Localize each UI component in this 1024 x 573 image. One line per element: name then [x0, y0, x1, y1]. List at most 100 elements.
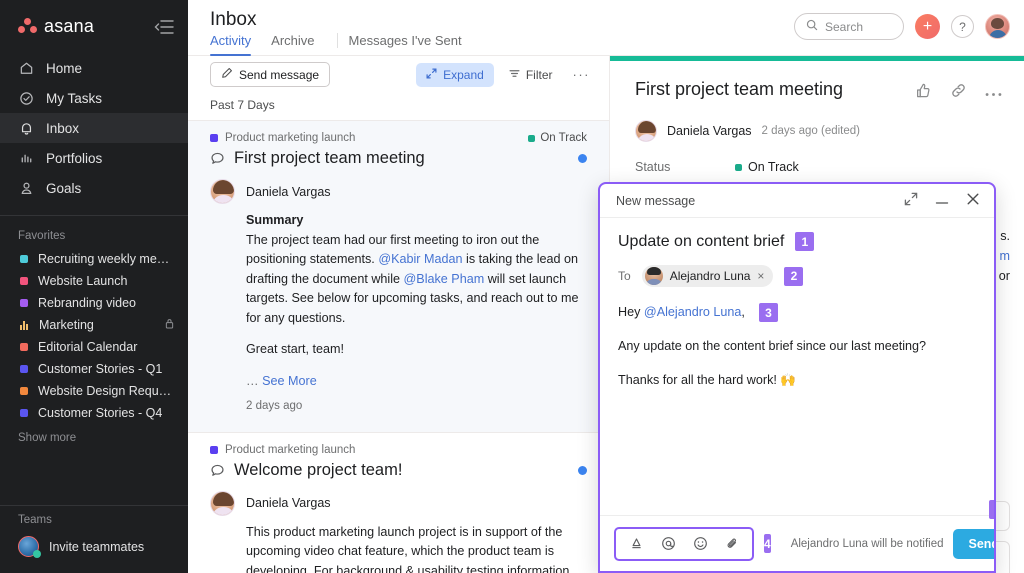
- emoji-icon[interactable]: [686, 532, 714, 556]
- card-author-name: Daniela Vargas: [246, 185, 331, 199]
- card-body: Summary The project team had our first m…: [246, 211, 587, 416]
- user-avatar[interactable]: [985, 14, 1010, 39]
- tab-label: Messages I've Sent: [349, 33, 462, 48]
- detail-title-row: First project team meeting: [635, 79, 1002, 102]
- thumbs-up-icon[interactable]: [915, 82, 932, 102]
- to-label: To: [618, 269, 631, 283]
- message-line-3: Thanks for all the hard work! 🙌: [618, 371, 976, 390]
- detail-author-name: Daniela Vargas: [667, 124, 752, 138]
- mention-icon[interactable]: [654, 532, 682, 556]
- tab-separator: [337, 33, 338, 48]
- marker-3: 3: [759, 303, 778, 322]
- tab-messages-ive-sent[interactable]: Messages I've Sent: [349, 33, 473, 56]
- message-gap-1: [618, 322, 976, 337]
- card-author-row: Daniela Vargas: [210, 491, 587, 516]
- sidebar-item-inbox[interactable]: Inbox: [0, 113, 188, 143]
- project-color-dot: [20, 255, 28, 263]
- favorite-item-recruiting-weekly-meeting[interactable]: Recruiting weekly mee…: [0, 248, 188, 270]
- invite-avatar-icon: [18, 536, 39, 557]
- avatar: [635, 120, 657, 142]
- bell-icon: [18, 120, 35, 137]
- inbox-card-welcome-project-team[interactable]: Product marketing launch Welcome project…: [188, 433, 609, 573]
- favorite-item-website-design-requests[interactable]: Website Design Reque…: [0, 380, 188, 402]
- link-icon[interactable]: [950, 82, 967, 102]
- close-icon[interactable]: [966, 192, 980, 209]
- avatar: [210, 491, 235, 516]
- more-icon[interactable]: [985, 85, 1002, 100]
- comment-bubble-icon: [210, 463, 225, 478]
- marker-5: 5: [989, 500, 996, 519]
- status-badge: On Track: [528, 132, 587, 144]
- create-button[interactable]: +: [915, 14, 940, 39]
- help-button[interactable]: ?: [951, 15, 974, 38]
- teams-title: Teams: [0, 506, 188, 536]
- project-color-dot: [210, 134, 218, 142]
- comment-bubble-icon: [210, 151, 225, 166]
- project-color-dot: [20, 299, 28, 307]
- sidebar: asana Home My Tasks: [0, 0, 188, 573]
- expand-icon[interactable]: [904, 192, 918, 209]
- inbox-more-options-icon[interactable]: ···: [568, 67, 596, 82]
- favorite-label: Website Design Reque…: [38, 384, 174, 398]
- tab-archive[interactable]: Archive: [271, 33, 325, 56]
- favorite-item-customer-stories-q1[interactable]: Customer Stories - Q1: [0, 358, 188, 380]
- remove-recipient-icon[interactable]: ×: [757, 269, 764, 283]
- detail-content: First project team meeting: [610, 61, 1024, 174]
- expand-button[interactable]: Expand: [416, 63, 494, 87]
- subject-input[interactable]: Update on content brief: [618, 233, 784, 251]
- text-format-icon[interactable]: [622, 532, 650, 556]
- mention-blake-pham[interactable]: @Blake Pham: [404, 272, 485, 286]
- favorite-item-rebranding-video[interactable]: Rebranding video: [0, 292, 188, 314]
- message-body-input[interactable]: Hey @Alejandro Luna, 3 Any update on the…: [618, 303, 976, 390]
- card-timestamp: 2 days ago: [246, 398, 587, 416]
- invite-teammates-label: Invite teammates: [49, 540, 144, 554]
- collapse-sidebar-icon[interactable]: [154, 20, 174, 34]
- sidebar-item-my-tasks[interactable]: My Tasks: [0, 83, 188, 113]
- mention-alejandro-luna[interactable]: @Alejandro Luna: [644, 305, 742, 319]
- greeting-suffix: ,: [741, 305, 745, 319]
- favorite-item-editorial-calendar[interactable]: Editorial Calendar: [0, 336, 188, 358]
- card-author-row: Daniela Vargas: [210, 179, 587, 204]
- sidebar-item-portfolios[interactable]: Portfolios: [0, 143, 188, 173]
- top-bar: Inbox Activity Archive Messages I've Sen…: [188, 0, 1024, 55]
- favorite-label: Editorial Calendar: [38, 340, 174, 354]
- inbox-toolbar: Send message Expand Filter: [188, 56, 609, 93]
- inbox-card-first-project-team-meeting[interactable]: Product marketing launch On Track First …: [188, 121, 609, 433]
- favorites-title: Favorites: [0, 216, 188, 248]
- inbox-list-column: Send message Expand Filter: [188, 56, 610, 573]
- send-button[interactable]: Send: [953, 529, 996, 559]
- asana-logo-icon: [18, 17, 37, 36]
- detail-author-row: Daniela Vargas 2 days ago (edited): [635, 120, 1002, 142]
- mention-kabir-madan[interactable]: @Kabir Madan: [378, 252, 462, 266]
- message-line-2: Any update on the content brief since ou…: [618, 337, 976, 356]
- favorite-label: Customer Stories - Q4: [38, 406, 174, 420]
- search-input[interactable]: Search: [794, 13, 904, 40]
- see-more-link[interactable]: See More: [262, 374, 317, 388]
- favorite-item-customer-stories-q4[interactable]: Customer Stories - Q4: [0, 402, 188, 424]
- show-more-button[interactable]: Show more: [0, 424, 188, 444]
- avatar: [645, 267, 663, 285]
- filter-label: Filter: [526, 68, 553, 82]
- avatar: [210, 179, 235, 204]
- project-color-dot: [20, 277, 28, 285]
- attachment-icon[interactable]: [718, 532, 746, 556]
- favorite-label: Recruiting weekly mee…: [38, 252, 174, 266]
- filter-icon: [509, 68, 520, 82]
- page-title: Inbox: [188, 0, 256, 31]
- recipient-chip-alejandro-luna[interactable]: Alejandro Luna ×: [642, 265, 774, 287]
- sidebar-item-goals[interactable]: Goals: [0, 173, 188, 203]
- send-message-button[interactable]: Send message: [210, 62, 330, 87]
- tab-activity[interactable]: Activity: [210, 33, 262, 56]
- sidebar-item-label: Inbox: [46, 121, 79, 136]
- unread-indicator-dot: [578, 466, 587, 475]
- filter-button[interactable]: Filter: [502, 63, 560, 87]
- status-dot-icon: [735, 164, 742, 171]
- favorite-item-website-launch[interactable]: Website Launch: [0, 270, 188, 292]
- message-line-1: Hey @Alejandro Luna, 3: [618, 303, 976, 322]
- asana-logo[interactable]: asana: [18, 16, 94, 37]
- minimize-icon[interactable]: [935, 193, 949, 208]
- favorite-item-marketing[interactable]: Marketing: [0, 314, 188, 336]
- sidebar-item-home[interactable]: Home: [0, 53, 188, 83]
- top-bar-right: Search + ?: [794, 13, 1010, 40]
- invite-teammates-button[interactable]: Invite teammates: [0, 536, 188, 573]
